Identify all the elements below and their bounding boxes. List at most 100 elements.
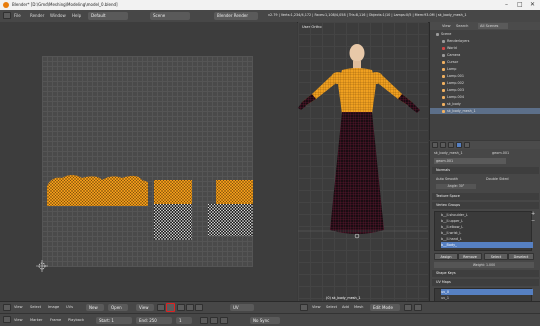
3d-menu-view[interactable]: View: [312, 305, 321, 309]
blender-logo-icon: [3, 2, 9, 8]
menu-render[interactable]: Render: [30, 13, 44, 18]
play-icon[interactable]: [210, 317, 218, 324]
outliner-item[interactable]: Scene: [430, 31, 540, 37]
mesh-data-tab-icon[interactable]: [456, 142, 462, 148]
timeline-menu-frame[interactable]: Frame: [50, 318, 61, 322]
timeline-menu-marker[interactable]: Marker: [30, 318, 42, 322]
mode-select[interactable]: Edit Mode: [370, 304, 400, 311]
vertex-group-list[interactable]: b__ll.shoulder_L b__ll.upper_L b__ll.elbow…: [434, 211, 533, 251]
add-vertex-group-button[interactable]: +: [531, 211, 535, 217]
outliner-item-label: Scene: [441, 32, 452, 36]
shape-keys-panel-header[interactable]: Shape Keys: [432, 270, 539, 277]
3d-menu-mesh[interactable]: Mesh: [354, 305, 363, 309]
outliner-item[interactable]: Lamp.001: [430, 73, 540, 79]
uv-sticky-mode-icon[interactable]: [166, 303, 175, 312]
outliner-item-label: World: [447, 46, 457, 50]
menu-file[interactable]: File: [14, 13, 21, 18]
outliner-item[interactable]: Lamp.002: [430, 80, 540, 86]
uv-editor-type-icon[interactable]: [3, 304, 11, 311]
layout-select[interactable]: Default: [88, 12, 128, 20]
outliner[interactable]: View Search All Scenes Scene Renderlayers…: [429, 22, 540, 140]
uv-menu-image[interactable]: Image: [48, 305, 59, 309]
maximize-button[interactable]: □: [517, 0, 523, 10]
3d-editor-type-icon[interactable]: [300, 304, 308, 311]
object-type-icon: [442, 81, 445, 85]
assign-button[interactable]: Assign: [434, 253, 458, 260]
timeline-editor-type-icon[interactable]: [3, 316, 11, 323]
vertex-select-icon[interactable]: [177, 304, 185, 311]
outliner-item[interactable]: Lamp.003: [430, 87, 540, 93]
new-image-button[interactable]: New: [86, 304, 104, 311]
outliner-item[interactable]: World: [430, 45, 540, 51]
outliner-header: View Search All Scenes: [430, 22, 540, 30]
deselect-button[interactable]: Deselect: [508, 253, 534, 260]
minimize-button[interactable]: –: [505, 0, 508, 10]
uv-island-sleeve-1: [154, 180, 192, 204]
auto-smooth-checkbox[interactable]: Auto Smooth: [436, 177, 458, 181]
face-select-icon[interactable]: [195, 304, 203, 311]
uv-image-editor[interactable]: [0, 22, 297, 301]
vertex-group-item[interactable]: b__Body_: [441, 242, 533, 248]
object-tab-icon[interactable]: [448, 142, 454, 148]
vertex-groups-panel-header[interactable]: Vertex Groups: [432, 202, 539, 209]
render-tab-icon[interactable]: [432, 142, 438, 148]
outliner-item[interactable]: Cursor: [430, 59, 540, 65]
render-engine-select[interactable]: Blender Render: [214, 12, 258, 20]
uv-grid[interactable]: [42, 56, 253, 267]
pivot-point-icon[interactable]: [414, 304, 422, 311]
outliner-item[interactable]: sk_body: [430, 101, 540, 107]
edge-select-icon[interactable]: [186, 304, 194, 311]
menu-help[interactable]: Help: [72, 13, 81, 18]
scene-select[interactable]: Scene: [150, 12, 190, 20]
uv-and-3d-headers: View Select Image UVs New Open View UV V…: [0, 302, 540, 314]
open-image-button[interactable]: Open: [108, 304, 128, 311]
3d-viewport[interactable]: User Ortho (0) sk_body_mesh_1: [298, 22, 428, 301]
jump-end-icon[interactable]: [220, 317, 228, 324]
scene-tab-icon[interactable]: [440, 142, 446, 148]
outliner-item[interactable]: Lamp.004: [430, 94, 540, 100]
material-tab-icon[interactable]: [464, 142, 470, 148]
sync-selection-icon[interactable]: [157, 304, 165, 311]
select-button[interactable]: Select: [484, 253, 508, 260]
2d-cursor-icon[interactable]: [36, 260, 48, 272]
current-frame-field[interactable]: 1: [176, 317, 192, 324]
remove-button[interactable]: Remove: [458, 253, 482, 260]
mesh-datablock-field[interactable]: geom.001: [434, 158, 506, 164]
window-title: Blender* [D:\Gmd\Meshing\Modeling\model_…: [12, 2, 118, 7]
uv-menu-view[interactable]: View: [14, 305, 23, 309]
uv-maps-panel-header[interactable]: UV Maps: [432, 279, 539, 286]
uv-pivot-select[interactable]: UV: [230, 304, 254, 311]
uv-menu-uvs[interactable]: UVs: [66, 305, 73, 309]
display-mode-select[interactable]: All Scenes: [478, 23, 508, 29]
menu-window[interactable]: Window: [50, 13, 66, 18]
outliner-item[interactable]: sk_body_mesh_1: [430, 108, 540, 114]
properties-editor[interactable]: sk_body_mesh_1 geom.001 geom.001 Normals…: [429, 141, 540, 303]
weight-slider[interactable]: Weight: 1.000: [434, 262, 534, 268]
close-button[interactable]: ✕: [530, 0, 535, 10]
outliner-item[interactable]: Renderlayers: [430, 38, 540, 44]
end-frame-field[interactable]: End: 250: [136, 317, 172, 324]
outliner-view-menu[interactable]: View: [442, 24, 451, 28]
outliner-item[interactable]: Camera: [430, 52, 540, 58]
timeline-menu-playback[interactable]: Playback: [68, 318, 84, 322]
3d-menu-add[interactable]: Add: [342, 305, 349, 309]
texture-space-panel-header[interactable]: Texture Space: [432, 193, 539, 200]
jump-start-icon[interactable]: [200, 317, 208, 324]
texture-space-label: Texture Space: [436, 194, 460, 198]
remove-vertex-group-button[interactable]: −: [531, 218, 535, 224]
sync-mode-select[interactable]: No Sync: [250, 317, 280, 324]
start-frame-field[interactable]: Start: 1: [96, 317, 132, 324]
outliner-item[interactable]: Lamp: [430, 66, 540, 72]
uv-menu-select[interactable]: Select: [30, 305, 41, 309]
timeline-menu-view[interactable]: View: [14, 318, 23, 322]
normals-panel-header[interactable]: Normals: [432, 167, 539, 174]
3d-menu-select[interactable]: Select: [326, 305, 337, 309]
editor-type-info-icon[interactable]: [3, 12, 11, 19]
double-sided-checkbox[interactable]: Double Sided: [486, 177, 509, 181]
outliner-search-menu[interactable]: Search: [456, 24, 468, 28]
mesh-name: geom.001: [492, 151, 510, 155]
angle-field[interactable]: Angle: 30°: [436, 184, 476, 189]
view-mode-select[interactable]: View: [136, 304, 154, 311]
viewport-shading-icon[interactable]: [404, 304, 412, 311]
object-type-icon: [436, 32, 439, 36]
